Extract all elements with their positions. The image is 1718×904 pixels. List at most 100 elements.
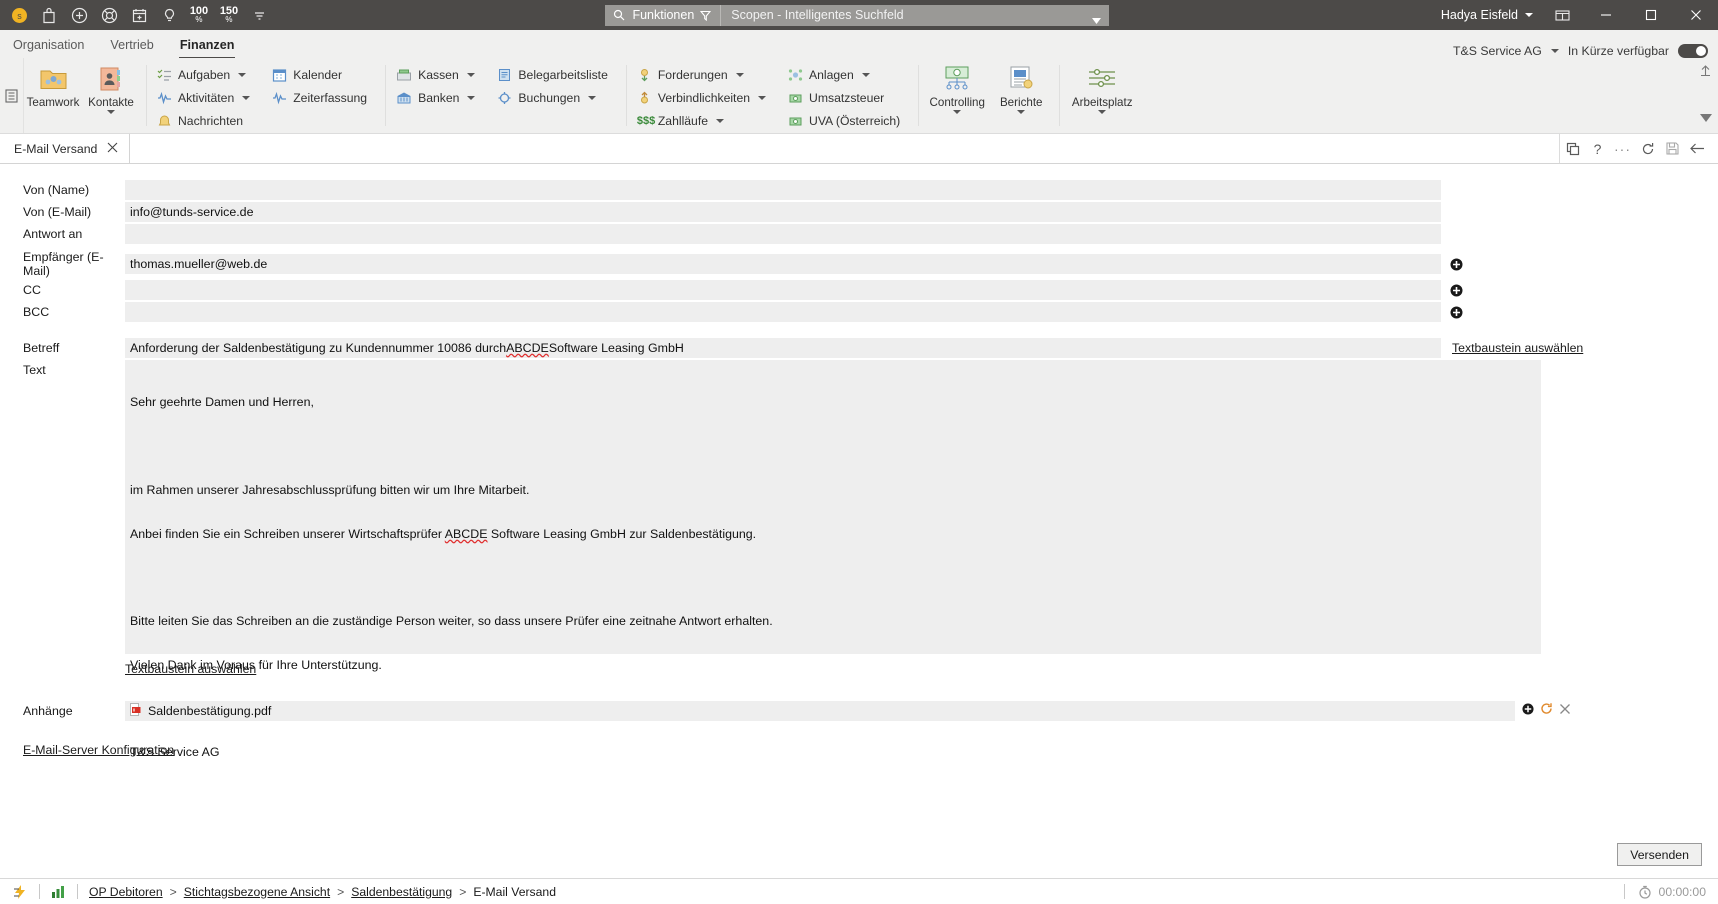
ribbon-pin-icon[interactable]: [1699, 64, 1712, 80]
back-arrow-icon[interactable]: [1685, 134, 1710, 163]
controlling-chevron-down-icon[interactable]: [953, 110, 962, 114]
input-bcc[interactable]: [125, 302, 1441, 322]
minimize-button[interactable]: [1583, 0, 1628, 30]
ribbon-button-arbeitsplatz[interactable]: Arbeitsplatz: [1066, 58, 1138, 133]
ribbon-button-berichte[interactable]: Berichte: [989, 58, 1053, 133]
refresh-icon[interactable]: [1635, 134, 1660, 163]
breadcrumb-saldenbestaetigung[interactable]: Saldenbestätigung: [351, 885, 452, 899]
add-attachment-icon[interactable]: [1522, 702, 1534, 720]
ribbon-tab-vertrieb[interactable]: Vertrieb: [97, 32, 166, 58]
status-divider-1: [39, 884, 40, 899]
contacts-book-icon: [100, 67, 120, 91]
chart-bars-icon[interactable]: [51, 884, 66, 899]
input-from-email[interactable]: info@tunds-service.de: [125, 202, 1441, 222]
ribbon-controlling-label: Controlling: [929, 96, 985, 109]
ribbon-button-kontakte[interactable]: Kontakte: [82, 58, 140, 133]
banken-chevron-down-icon[interactable]: [467, 95, 476, 100]
body-snippet-link[interactable]: Textbaustein auswählen: [125, 662, 256, 676]
user-menu[interactable]: Hadya Eisfeld: [1441, 8, 1533, 22]
aufgaben-chevron-down-icon[interactable]: [238, 72, 247, 77]
company-selector-label[interactable]: T&S Service AG: [1453, 44, 1542, 58]
company-chevron-down-icon[interactable]: [1550, 49, 1559, 53]
calendar-add-icon[interactable]: [124, 1, 154, 29]
forderungen-chevron-down-icon[interactable]: [735, 72, 744, 77]
ribbon-item-kalender[interactable]: Kalender: [268, 64, 371, 85]
add-bcc-icon[interactable]: [1450, 306, 1463, 319]
arbeitsplatz-chevron-down-icon[interactable]: [1098, 110, 1107, 114]
duplicate-window-icon[interactable]: [1560, 134, 1585, 163]
stopwatch-icon[interactable]: [1638, 885, 1652, 899]
close-button[interactable]: [1673, 0, 1718, 30]
berichte-chevron-down-icon[interactable]: [1017, 110, 1026, 114]
ribbon-item-buchungen[interactable]: Buchungen: [493, 87, 611, 108]
ribbon-item-kassen[interactable]: Kassen: [392, 64, 479, 85]
input-to[interactable]: thomas.mueller@web.de: [125, 254, 1441, 274]
ribbon-item-banken[interactable]: Banken: [392, 87, 479, 108]
tasks-list-icon: [157, 69, 171, 81]
ribbon-item-aktivitaeten[interactable]: Aktivitäten: [153, 87, 254, 108]
zoom-100-icon[interactable]: 100%: [184, 1, 214, 29]
send-button[interactable]: Versenden: [1617, 843, 1702, 866]
input-body[interactable]: Sehr geehrte Damen und Herren, im Rahmen…: [125, 360, 1541, 759]
zahllaeufe-chevron-down-icon[interactable]: [716, 118, 724, 123]
more-icon[interactable]: ···: [1610, 134, 1635, 163]
payment-runs-icon: $$$: [636, 114, 656, 127]
plus-circle-icon[interactable]: [64, 1, 94, 29]
buchungen-chevron-down-icon[interactable]: [588, 95, 597, 100]
verbindlichkeiten-chevron-down-icon[interactable]: [758, 95, 767, 100]
ribbon-item-zahllaeufe[interactable]: $$$ Zahlläufe: [633, 110, 770, 131]
lifebuoy-icon[interactable]: [94, 1, 124, 29]
aktivitaeten-chevron-down-icon[interactable]: [242, 95, 251, 100]
shopping-bag-icon[interactable]: [34, 1, 64, 29]
more-options-icon[interactable]: [244, 1, 274, 29]
breadcrumb-op-debitoren[interactable]: OP Debitoren: [89, 885, 163, 899]
window-layout-icon[interactable]: [1547, 1, 1577, 29]
reload-attachment-icon[interactable]: [1540, 702, 1553, 720]
lightbulb-icon[interactable]: [154, 1, 184, 29]
ribbon-item-forderungen[interactable]: Forderungen: [633, 64, 770, 85]
zoom-150-icon[interactable]: 150%: [214, 1, 244, 29]
filter-funnel-icon[interactable]: [700, 10, 712, 21]
ribbon-kontakte-chevron-down-icon[interactable]: [107, 110, 115, 114]
save-icon[interactable]: [1660, 134, 1685, 163]
input-cc[interactable]: [125, 280, 1441, 300]
ribbon-button-teamwork[interactable]: Teamwork: [24, 58, 82, 133]
search-dropdown-icon[interactable]: [1092, 13, 1102, 27]
body-line-2: [130, 439, 1535, 454]
subject-snippet-link[interactable]: Textbaustein auswählen: [1452, 341, 1583, 355]
kassen-chevron-down-icon[interactable]: [466, 72, 475, 77]
ribbon-berichte-label: Berichte: [999, 96, 1043, 109]
ribbon-item-zeiterfassung[interactable]: Zeiterfassung: [268, 87, 371, 108]
ribbon-item-umsatzsteuer[interactable]: Umsatzsteuer: [784, 87, 904, 108]
input-reply-to[interactable]: [125, 224, 1441, 244]
email-server-config-link[interactable]: E-Mail-Server Konfiguration: [23, 743, 174, 757]
breadcrumb-stichtagsbezogene-ansicht[interactable]: Stichtagsbezogene Ansicht: [184, 885, 330, 899]
ribbon-collapse-icon[interactable]: [1700, 109, 1712, 127]
ribbon-item-verbindlichkeiten[interactable]: Verbindlichkeiten: [633, 87, 770, 108]
maximize-button[interactable]: [1628, 0, 1673, 30]
add-cc-icon[interactable]: [1450, 284, 1463, 297]
ribbon-item-uva-oesterreich[interactable]: UVA (Österreich): [784, 110, 904, 131]
tab-email-versand[interactable]: E-Mail Versand: [0, 134, 131, 163]
lightning-icon[interactable]: [0, 884, 28, 900]
ribbon-tab-organisation[interactable]: Organisation: [0, 32, 97, 58]
bank-icon: [397, 92, 411, 103]
remove-attachment-icon[interactable]: [1559, 702, 1571, 720]
anlagen-chevron-down-icon[interactable]: [861, 72, 870, 77]
ribbon-item-belegarbeitsliste[interactable]: Belegarbeitsliste: [493, 64, 611, 85]
availability-toggle[interactable]: [1678, 44, 1708, 58]
close-icon[interactable]: [107, 142, 118, 155]
ribbon-item-nachrichten[interactable]: Nachrichten: [153, 110, 254, 131]
input-subject[interactable]: Anforderung der Saldenbestätigung zu Kun…: [125, 338, 1441, 358]
global-search-box[interactable]: Funktionen Scopen - Intelligentes Suchfe…: [605, 4, 1110, 27]
scopevisio-logo-icon[interactable]: s: [4, 1, 34, 29]
ribbon-menu-icon[interactable]: [0, 58, 24, 133]
ribbon-item-aufgaben[interactable]: Aufgaben: [153, 64, 254, 85]
ribbon-item-anlagen[interactable]: Anlagen: [784, 64, 904, 85]
add-recipient-icon[interactable]: [1450, 258, 1463, 271]
ribbon-button-controlling[interactable]: Controlling: [925, 58, 989, 133]
ribbon-tab-finanzen[interactable]: Finanzen: [167, 32, 248, 59]
help-icon[interactable]: ?: [1585, 134, 1610, 163]
attachment-list[interactable]: Saldenbestätigung.pdf: [125, 701, 1515, 721]
input-from-name[interactable]: [125, 180, 1441, 200]
